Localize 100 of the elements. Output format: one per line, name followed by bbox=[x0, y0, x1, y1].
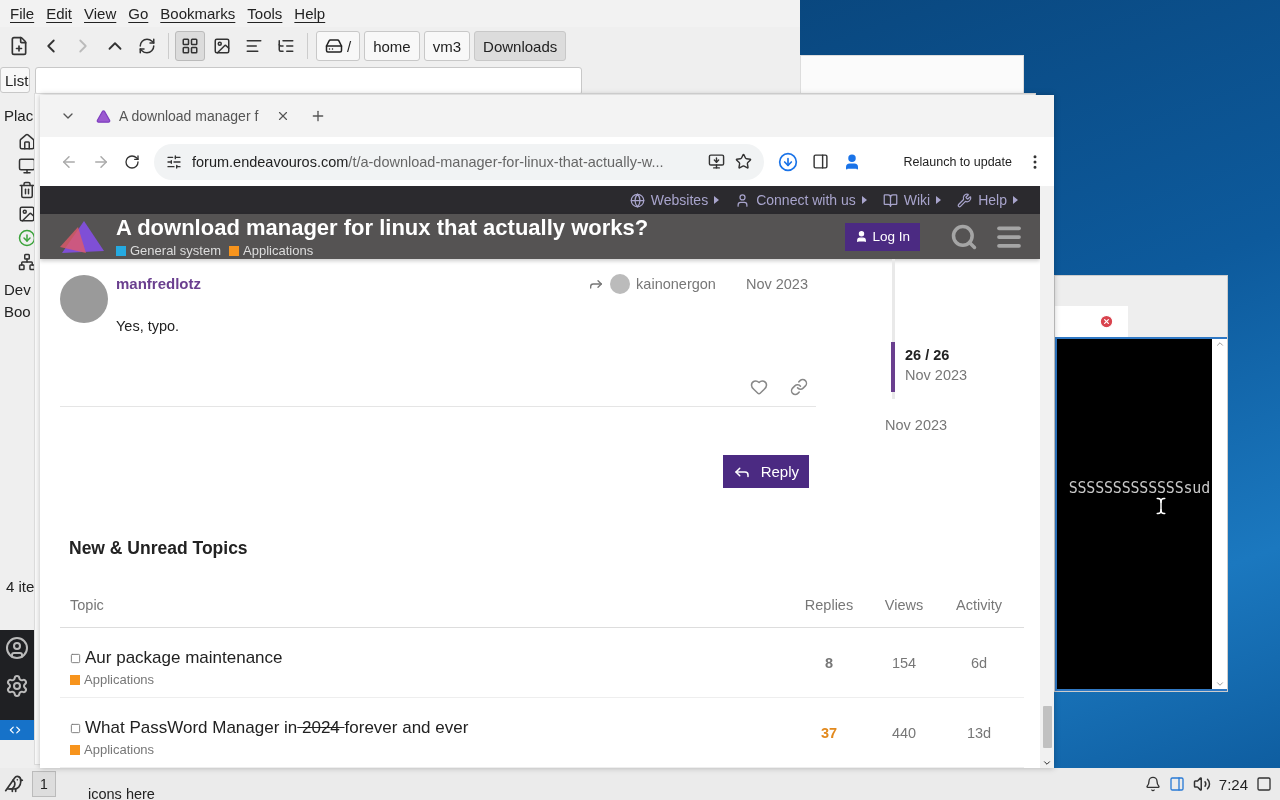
address-bar[interactable]: forum.endeavouros.com/t/a-download-manager-for-linux-that-actually-w... bbox=[154, 143, 764, 180]
triangle-icon bbox=[96, 108, 111, 124]
relaunch-button[interactable]: Relaunch to update bbox=[903, 154, 1012, 169]
topic-title[interactable]: A download manager for linux that actually works? bbox=[116, 215, 838, 242]
clock[interactable]: 7:24 bbox=[1218, 775, 1248, 793]
link-icon bbox=[790, 378, 808, 396]
close-icon[interactable] bbox=[1099, 314, 1114, 329]
post-position: 26 / 26 bbox=[905, 347, 951, 363]
tray-text: icons here bbox=[88, 786, 155, 800]
status-icon bbox=[70, 652, 81, 664]
download-icon[interactable] bbox=[778, 151, 798, 172]
views-count: 440 bbox=[890, 724, 918, 741]
reply-button[interactable]: Reply bbox=[722, 455, 809, 488]
terminal-text: SSSSSSSSSSSSSsud bbox=[1068, 479, 1210, 497]
menu-item[interactable]: Bookmarks bbox=[154, 5, 242, 22]
user-icon[interactable] bbox=[5, 636, 29, 660]
menu-item[interactable]: Edit bbox=[40, 5, 79, 22]
menu-item[interactable]: File bbox=[4, 5, 41, 22]
breadcrumb-button[interactable]: vm3 bbox=[423, 31, 471, 61]
user-icon bbox=[855, 230, 869, 244]
activity-time[interactable]: 6d bbox=[944, 654, 1014, 671]
category-link[interactable]: Applications bbox=[229, 243, 314, 259]
star-icon[interactable] bbox=[735, 153, 752, 170]
activity-time[interactable]: 13d bbox=[944, 724, 1014, 741]
search-icon bbox=[950, 222, 978, 251]
bird-icon[interactable] bbox=[4, 774, 24, 794]
nav-link[interactable]: Websites bbox=[629, 192, 720, 209]
remote-bar[interactable] bbox=[0, 720, 34, 740]
notification-icon[interactable] bbox=[1144, 776, 1161, 792]
avatar[interactable] bbox=[60, 275, 108, 323]
icon-view-button[interactable] bbox=[175, 31, 205, 61]
terminal-tab[interactable] bbox=[1055, 306, 1128, 337]
show-desktop-icon[interactable] bbox=[1256, 776, 1272, 792]
timeline-date: Nov 2023 bbox=[905, 367, 968, 383]
site-settings-icon[interactable] bbox=[166, 153, 182, 170]
reply-to-link[interactable]: kainonergon bbox=[588, 273, 716, 294]
caret-icon bbox=[1013, 196, 1018, 205]
nav-link[interactable]: Help bbox=[957, 192, 1018, 209]
status-icon bbox=[70, 722, 81, 734]
scroll-thumb[interactable] bbox=[1043, 706, 1052, 748]
post-text: Yes, typo. bbox=[116, 318, 181, 334]
nav-link[interactable]: Wiki bbox=[882, 192, 942, 209]
scrollbar[interactable] bbox=[1040, 186, 1054, 768]
volume-icon[interactable] bbox=[1192, 775, 1211, 793]
column-header[interactable]: Views bbox=[864, 597, 944, 613]
book-icon bbox=[882, 192, 898, 208]
replies-count: 8 bbox=[823, 654, 835, 671]
download-icon[interactable] bbox=[18, 229, 36, 247]
details-view-icon bbox=[245, 37, 263, 55]
replies-count: 37 bbox=[819, 724, 839, 741]
wrench-icon bbox=[957, 192, 973, 208]
side-panel-icon[interactable] bbox=[812, 153, 829, 170]
breadcrumb-button[interactable]: Downloads bbox=[474, 31, 567, 61]
menu-item[interactable]: Tools bbox=[241, 5, 289, 22]
status-text: 4 ite bbox=[6, 578, 35, 595]
author-name[interactable]: manfredlotz bbox=[116, 275, 589, 292]
like-button[interactable] bbox=[750, 378, 768, 396]
close-icon[interactable] bbox=[276, 109, 290, 123]
reload-icon bbox=[138, 37, 156, 55]
image-icon[interactable] bbox=[18, 205, 36, 223]
install-icon[interactable] bbox=[708, 153, 725, 170]
view-dropdown[interactable]: List bbox=[0, 67, 30, 93]
profile-icon[interactable] bbox=[843, 152, 861, 171]
column-header[interactable]: Replies bbox=[794, 597, 864, 613]
menu-item[interactable]: Go bbox=[122, 5, 155, 22]
login-button[interactable]: Log In bbox=[845, 222, 920, 251]
new-file-icon bbox=[9, 36, 29, 56]
monitor-icon[interactable] bbox=[18, 157, 36, 175]
post-date[interactable]: Nov 2023 bbox=[745, 275, 808, 292]
caret-icon bbox=[861, 196, 867, 205]
category-link[interactable]: Applications bbox=[70, 742, 794, 757]
breadcrumb-button[interactable]: / bbox=[316, 31, 361, 61]
arrows-icon bbox=[8, 723, 22, 737]
timeline-handle[interactable] bbox=[891, 342, 895, 392]
section-heading: Boo bbox=[4, 302, 31, 322]
reload-icon[interactable] bbox=[124, 153, 140, 170]
settings-icon[interactable] bbox=[5, 674, 29, 698]
column-header[interactable]: Activity bbox=[944, 597, 1014, 613]
icon-view-icon bbox=[181, 37, 199, 55]
new-tab-icon[interactable] bbox=[310, 108, 326, 124]
breadcrumb-button[interactable]: home bbox=[364, 31, 420, 61]
section-heading: Dev bbox=[4, 280, 31, 300]
column-header[interactable]: Topic bbox=[70, 597, 794, 613]
menu-item[interactable]: Help bbox=[288, 5, 332, 22]
caret-icon bbox=[936, 196, 942, 205]
views-count: 154 bbox=[890, 654, 918, 671]
link-button[interactable] bbox=[790, 378, 808, 396]
nav-link[interactable]: Connect with us bbox=[735, 192, 867, 209]
home-icon[interactable] bbox=[18, 133, 36, 151]
compact-view-icon bbox=[277, 37, 295, 55]
section-title: New & Unread Topics bbox=[69, 538, 249, 559]
menu-item[interactable]: View bbox=[78, 5, 123, 22]
category-link[interactable]: Applications bbox=[70, 672, 794, 687]
places-heading: Plac bbox=[4, 106, 34, 126]
category-link[interactable]: General system bbox=[116, 243, 222, 259]
scroll-down-icon[interactable] bbox=[1042, 758, 1052, 768]
search-button[interactable] bbox=[950, 222, 978, 251]
topic-link[interactable]: Aur package maintenance bbox=[85, 648, 283, 668]
workspace-button[interactable]: 1 bbox=[32, 771, 56, 797]
topic-link[interactable]: What PassWord Manager in 2024 forever and ever bbox=[85, 718, 469, 738]
